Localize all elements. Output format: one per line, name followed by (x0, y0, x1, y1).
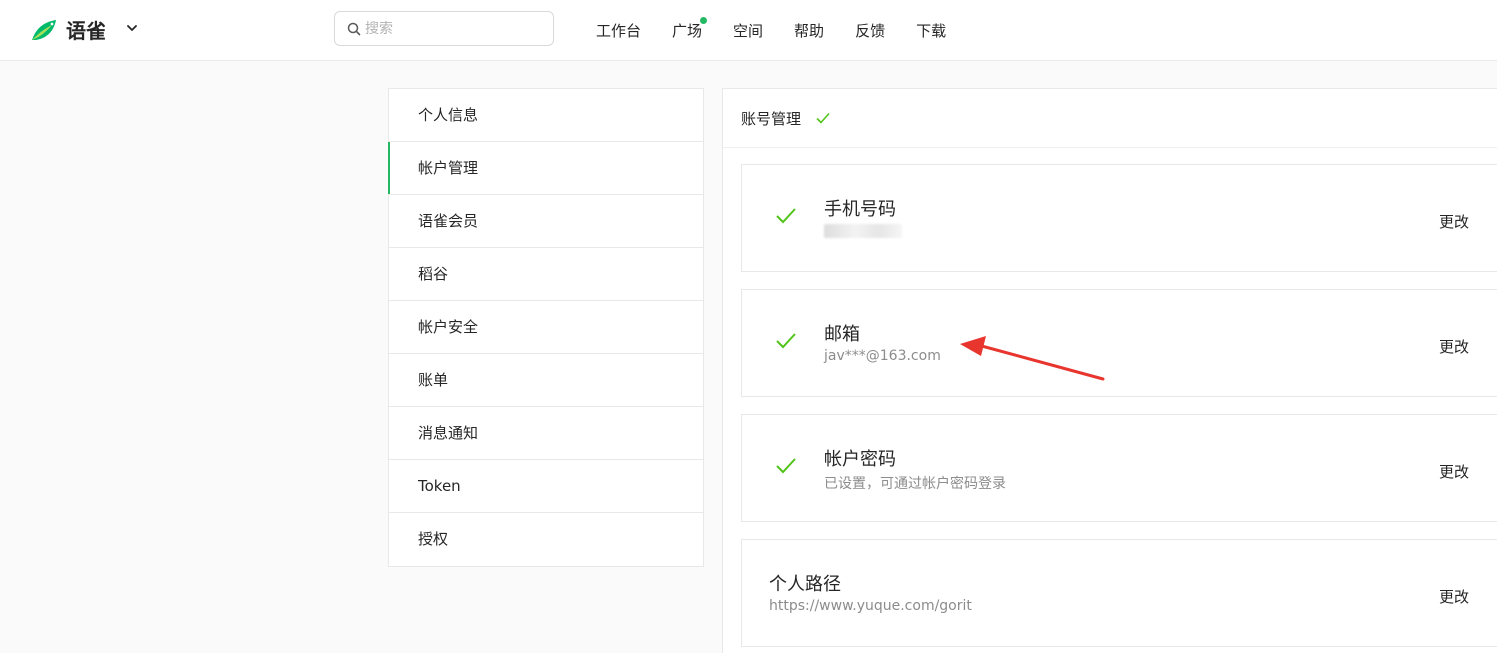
email-label: 邮箱 (824, 324, 860, 345)
password-status: 已设置，可通过帐户密码登录 (824, 476, 1006, 492)
personal-path-value: https://www.yuque.com/gorit (769, 598, 972, 614)
change-phone-button[interactable]: 更改 (1439, 211, 1469, 232)
email-value: jav***@163.com (824, 348, 941, 364)
phone-card: 手机号码 更改 (741, 164, 1497, 272)
phone-value (824, 223, 902, 239)
page-title: 账号管理 (741, 109, 802, 128)
side-item-account-management[interactable]: 帐户管理 (388, 142, 703, 195)
change-email-button[interactable]: 更改 (1439, 336, 1469, 357)
side-item-security[interactable]: 帐户安全 (389, 301, 703, 354)
app-name: 语雀 (66, 18, 106, 43)
chevron-down-icon[interactable] (124, 20, 140, 36)
search-box[interactable] (334, 11, 554, 46)
nav-item-label: 广场 (672, 21, 703, 40)
main-nav: 工作台 广场 空间 帮助 反馈 下载 (596, 0, 977, 60)
side-item-token[interactable]: Token (389, 460, 703, 513)
change-password-button[interactable]: 更改 (1439, 461, 1469, 482)
panel-header: 账号管理 (723, 89, 1497, 148)
check-icon (776, 458, 796, 474)
nav-item-help[interactable]: 帮助 (794, 20, 824, 41)
personal-path-card: 个人路径 https://www.yuque.com/gorit 更改 (741, 539, 1497, 647)
search-icon (347, 22, 361, 35)
side-item-membership[interactable]: 语雀会员 (389, 195, 703, 248)
password-card: 帐户密码 已设置，可通过帐户密码登录 更改 (741, 414, 1497, 522)
phone-label: 手机号码 (824, 199, 896, 220)
change-path-button[interactable]: 更改 (1439, 586, 1469, 607)
notification-dot (700, 16, 708, 24)
redacted-phone-mask (824, 224, 902, 238)
password-label: 帐户密码 (824, 449, 896, 470)
side-item-authorization[interactable]: 授权 (389, 513, 703, 566)
side-item-notifications[interactable]: 消息通知 (389, 407, 703, 460)
side-item-rice[interactable]: 稻谷 (389, 248, 703, 301)
top-header: 语雀 工作台 广场 空间 帮助 反馈 下载 (0, 0, 1497, 61)
nav-item-space[interactable]: 空间 (733, 20, 763, 41)
check-icon (776, 208, 796, 224)
nav-item-feedback[interactable]: 反馈 (855, 20, 885, 41)
nav-item-workbench[interactable]: 工作台 (596, 20, 641, 41)
check-icon (776, 333, 796, 349)
email-card: 邮箱 jav***@163.com 更改 (741, 289, 1497, 397)
personal-path-label: 个人路径 (769, 574, 841, 595)
side-item-profile[interactable]: 个人信息 (389, 89, 703, 142)
nav-item-square[interactable]: 广场 (672, 16, 708, 41)
check-icon (816, 112, 830, 124)
side-item-billing[interactable]: 账单 (389, 354, 703, 407)
logo[interactable]: 语雀 (30, 14, 106, 44)
search-input[interactable] (365, 20, 545, 37)
nav-item-download[interactable]: 下载 (916, 20, 946, 41)
settings-side-menu: 个人信息 帐户管理 语雀会员 稻谷 帐户安全 账单 消息通知 Token 授权 (388, 88, 704, 567)
account-panel: 账号管理 手机号码 更改 邮箱 jav***@163.com 更改 帐户密码 已… (722, 88, 1497, 653)
yuque-logo-icon (32, 20, 56, 40)
